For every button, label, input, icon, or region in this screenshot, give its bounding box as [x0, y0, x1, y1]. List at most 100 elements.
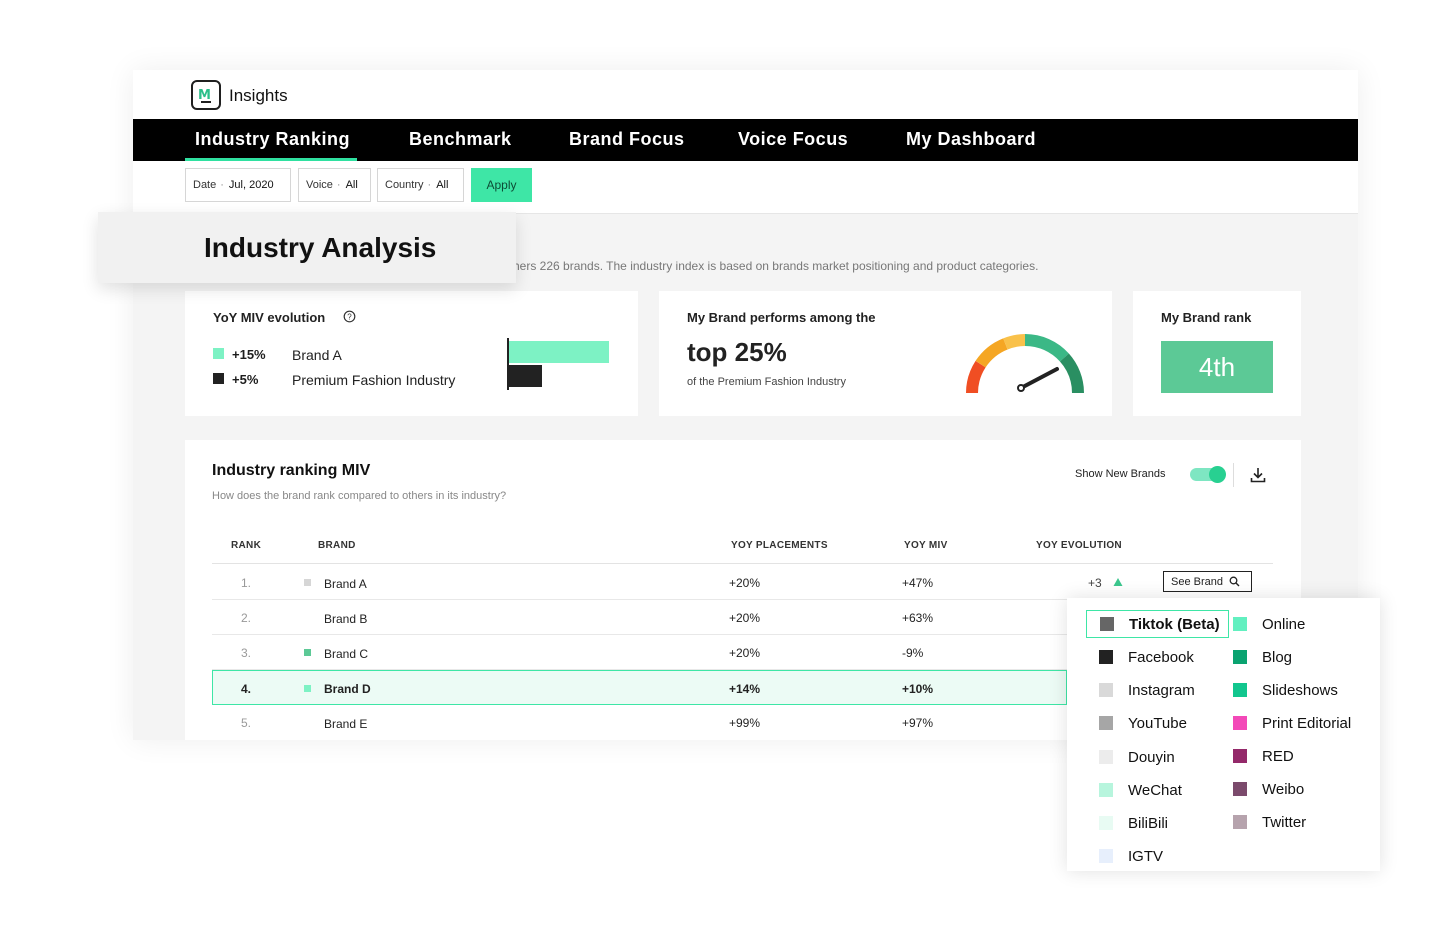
voice-item[interactable]: Online [1220, 610, 1305, 638]
nav-brand-focus[interactable]: Brand Focus [569, 129, 685, 150]
question-circle-icon[interactable]: ? [343, 310, 356, 323]
voice-item[interactable]: Tiktok (Beta) [1086, 610, 1229, 638]
voice-label: Print Editorial [1262, 714, 1352, 732]
rank-card: My Brand rank 4th [1133, 291, 1301, 416]
date-filter-value: Jul, 2020 [228, 179, 274, 191]
toolbar-divider [1233, 463, 1234, 487]
filter-bar: Date · Jul, 2020 Voice · All Country · A… [133, 161, 1358, 214]
see-brand-label: See Brand [1171, 575, 1223, 588]
row-placements: +20% [729, 646, 761, 660]
voice-item[interactable]: Facebook [1086, 643, 1194, 671]
column-yoy-miv: YOY MIV [904, 540, 948, 551]
performance-title: My Brand performs among the [687, 310, 876, 325]
row-rank: 4. [241, 682, 252, 696]
page-title: Industry Analysis [204, 232, 437, 263]
voice-swatch [1233, 617, 1247, 631]
voice-swatch [1233, 815, 1247, 829]
row-rank: 5. [241, 716, 252, 730]
row-brand: Brand C [324, 647, 369, 661]
voice-label: Twitter [1262, 813, 1307, 831]
voice-legend-popover: Tiktok (Beta) Facebook Instagram YouTube… [1067, 598, 1380, 871]
row-brand-swatch [304, 614, 311, 621]
gauge-segment-yellow [1003, 334, 1026, 350]
top-bar: M Insights [133, 70, 1358, 119]
see-brand-button[interactable]: See Brand [1163, 571, 1252, 592]
show-new-brands-toggle[interactable] [1190, 466, 1226, 483]
row-miv: +47% [902, 576, 934, 590]
search-icon [1229, 576, 1240, 587]
performance-highlight: top 25% [687, 337, 787, 367]
table-row[interactable]: 5. Brand E +99% +97% [212, 705, 1067, 740]
voice-label: Blog [1262, 648, 1293, 666]
country-filter-separator: · [427, 179, 432, 191]
app-title: Insights [229, 86, 288, 105]
voice-label: YouTube [1128, 714, 1187, 732]
voice-swatch [1233, 650, 1247, 664]
voice-item[interactable]: Instagram [1086, 676, 1195, 704]
nav-my-dashboard[interactable]: My Dashboard [906, 129, 1036, 150]
table-row[interactable]: 2. Brand B +20% +63% [212, 600, 1067, 635]
svg-text:?: ? [347, 313, 352, 322]
gauge-chart [966, 333, 1085, 394]
voice-label: Slideshows [1262, 681, 1338, 699]
gauge-segment-orange [975, 338, 1008, 368]
voice-swatch [1233, 683, 1247, 697]
date-filter[interactable]: Date · Jul, 2020 [185, 168, 291, 202]
industry-analysis-banner: Industry Analysis [98, 212, 516, 283]
voice-swatch [1099, 783, 1113, 797]
row-miv: -9% [902, 646, 924, 660]
table-row[interactable]: 1. Brand A +20% +47% +3 [212, 565, 1273, 600]
row-rank: 3. [241, 646, 252, 660]
voice-swatch [1099, 750, 1113, 764]
voice-item[interactable]: WeChat [1086, 776, 1182, 804]
page-description: hers 226 brands. The industry index is b… [513, 259, 1039, 273]
row-rank: 1. [241, 576, 252, 590]
row-miv: +10% [902, 682, 934, 696]
voice-item[interactable]: Blog [1220, 643, 1292, 671]
table-row-highlighted[interactable]: 4. Brand D +14% +10% [212, 670, 1067, 705]
row-brand-swatch [304, 649, 311, 656]
table-title: Industry ranking MIV [212, 462, 371, 479]
voice-swatch [1233, 716, 1247, 730]
yoy-miv-title: YoY MIV evolution [213, 310, 326, 325]
nav-benchmark[interactable]: Benchmark [409, 129, 512, 150]
row-placements: +99% [729, 716, 761, 730]
row-placements: +20% [729, 576, 761, 590]
column-yoy-evolution: YOY EVOLUTION [1036, 540, 1122, 551]
performance-subtitle: of the Premium Fashion Industry [687, 376, 846, 388]
voice-item[interactable]: IGTV [1086, 842, 1163, 870]
country-filter-value: All [436, 179, 449, 191]
voice-swatch [1099, 816, 1113, 830]
nav-voice-focus[interactable]: Voice Focus [738, 129, 848, 150]
legend-name-brand: Brand A [292, 347, 342, 363]
voice-filter[interactable]: Voice · All [298, 168, 371, 202]
country-filter[interactable]: Country · All [377, 168, 464, 202]
apply-button[interactable]: Apply [471, 168, 532, 202]
voice-swatch [1099, 716, 1113, 730]
voice-item[interactable]: Slideshows [1220, 676, 1338, 704]
row-brand-swatch [304, 719, 311, 726]
voice-item[interactable]: Weibo [1220, 775, 1304, 803]
main-nav: Industry Ranking Benchmark Brand Focus V… [133, 119, 1358, 161]
table-row[interactable]: 3. Brand C +20% -9% [212, 635, 1067, 670]
voice-item[interactable]: Print Editorial [1220, 709, 1351, 737]
voice-item[interactable]: YouTube [1086, 709, 1187, 737]
voice-label: IGTV [1128, 847, 1164, 865]
legend-swatch-industry [213, 373, 224, 384]
row-placements: +20% [729, 611, 761, 625]
voice-item[interactable]: BiliBili [1086, 809, 1168, 837]
country-filter-label: Country [385, 179, 424, 191]
voice-item[interactable]: Twitter [1220, 808, 1306, 836]
voice-label: Online [1262, 615, 1306, 633]
row-brand: Brand B [324, 612, 368, 626]
download-icon[interactable] [1249, 466, 1267, 484]
performance-card: My Brand performs among the top 25% of t… [659, 291, 1112, 416]
nav-industry-ranking[interactable]: Industry Ranking [195, 129, 350, 150]
gauge-segment-green-light [1024, 333, 1069, 362]
voice-swatch [1099, 650, 1113, 664]
row-miv: +97% [902, 716, 934, 730]
voice-label: RED [1262, 747, 1294, 765]
rank-title: My Brand rank [1161, 310, 1252, 325]
voice-item[interactable]: RED [1220, 742, 1294, 770]
voice-item[interactable]: Douyin [1086, 743, 1175, 771]
